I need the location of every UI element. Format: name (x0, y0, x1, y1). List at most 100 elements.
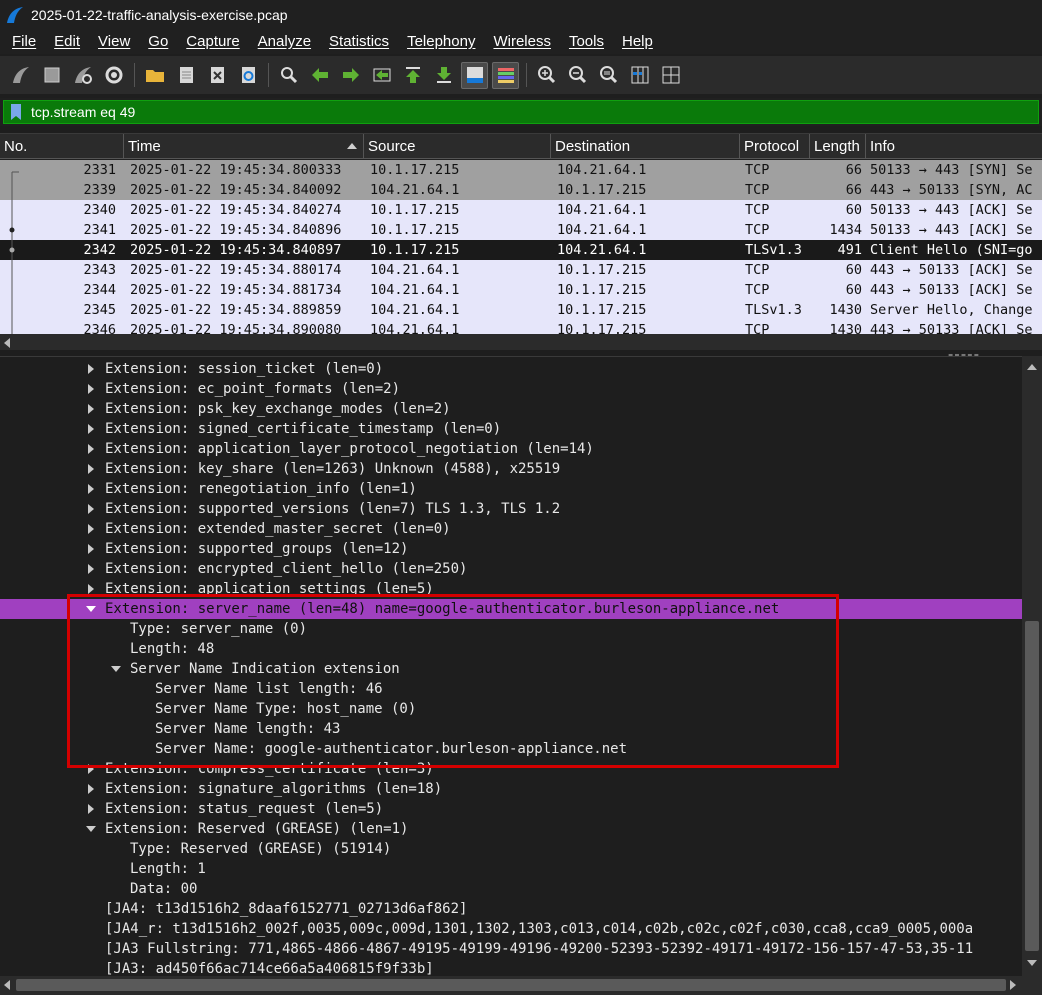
zoom-in-icon[interactable] (533, 62, 560, 89)
detail-tree-item[interactable]: Extension: ec_point_formats (len=2) (0, 379, 1022, 399)
detail-tree-item[interactable]: Server Name Indication extension (0, 659, 1022, 679)
detail-tree-item[interactable]: Extension: signed_certificate_timestamp … (0, 419, 1022, 439)
detail-tree-item[interactable]: Extension: supported_versions (len=7) TL… (0, 499, 1022, 519)
zoom-normal-icon[interactable] (595, 62, 622, 89)
expand-arrow-icon[interactable] (85, 459, 97, 479)
table-row[interactable]: 2339 2025-01-22 19:45:34.840092 104.21.64.… (0, 180, 1042, 200)
detail-tree-item[interactable]: Extension: application_layer_protocol_ne… (0, 439, 1022, 459)
go-first-icon[interactable] (399, 62, 426, 89)
detail-tree-item[interactable]: Extension: session_ticket (len=0) (0, 359, 1022, 379)
detail-tree-item[interactable]: [JA3 Fullstring: 771,4865-4866-4867-4919… (0, 939, 1022, 959)
bookmark-icon[interactable] (10, 103, 22, 121)
capture-options-icon[interactable] (100, 62, 127, 89)
expand-arrow-icon[interactable] (85, 579, 97, 599)
expand-arrow-icon[interactable] (85, 419, 97, 439)
collapse-arrow-icon[interactable] (85, 599, 97, 619)
menu-wireless[interactable]: Wireless (484, 30, 560, 54)
expand-arrow-icon[interactable] (85, 399, 97, 419)
menu-telephony[interactable]: Telephony (398, 30, 484, 54)
column-header-info[interactable]: Info (866, 134, 1042, 159)
expand-arrow-icon[interactable] (85, 519, 97, 539)
collapse-arrow-icon[interactable] (110, 659, 122, 679)
scroll-thumb[interactable] (1025, 621, 1039, 951)
hscroll-thumb[interactable] (16, 979, 1006, 991)
scroll-down-icon[interactable] (1027, 960, 1037, 966)
detail-tree-item[interactable]: Extension: encrypted_client_hello (len=2… (0, 559, 1022, 579)
autoscroll-icon[interactable] (461, 61, 488, 89)
go-forward-icon[interactable] (337, 62, 364, 89)
details-hscrollbar[interactable] (0, 976, 1042, 995)
expand-arrow-icon[interactable] (85, 479, 97, 499)
menu-help[interactable]: Help (613, 30, 662, 54)
scroll-left-icon[interactable] (4, 980, 10, 990)
expand-arrow-icon[interactable] (85, 539, 97, 559)
expand-arrow-icon[interactable] (85, 559, 97, 579)
expand-arrow-icon[interactable] (85, 759, 97, 779)
detail-tree-item[interactable]: Extension: renegotiation_info (len=1) (0, 479, 1022, 499)
shark-fin-start-icon[interactable] (7, 62, 34, 89)
detail-tree-item[interactable]: Type: Reserved (GREASE) (51914) (0, 839, 1022, 859)
table-row[interactable]: 2341 2025-01-22 19:45:34.840896 10.1.17.21… (0, 220, 1042, 240)
table-row[interactable]: 2345 2025-01-22 19:45:34.889859 104.21.64.… (0, 300, 1042, 320)
collapse-arrow-icon[interactable] (85, 819, 97, 839)
go-last-icon[interactable] (430, 62, 457, 89)
detail-tree-item[interactable]: Extension: psk_key_exchange_modes (len=2… (0, 399, 1022, 419)
go-to-packet-icon[interactable] (368, 62, 395, 89)
open-folder-icon[interactable] (141, 62, 168, 89)
detail-tree-item[interactable]: Extension: Reserved (GREASE) (len=1) (0, 819, 1022, 839)
save-file-icon[interactable] (172, 62, 199, 89)
expand-arrow-icon[interactable] (85, 499, 97, 519)
menu-analyze[interactable]: Analyze (249, 30, 320, 54)
menu-file[interactable]: File (3, 30, 45, 54)
expand-arrow-icon[interactable] (85, 379, 97, 399)
detail-tree-item[interactable]: Extension: application_settings (len=5) (0, 579, 1022, 599)
detail-tree-item[interactable]: Extension: status_request (len=5) (0, 799, 1022, 819)
table-row[interactable]: 2340 2025-01-22 19:45:34.840274 10.1.17.21… (0, 200, 1042, 220)
table-row[interactable]: 2343 2025-01-22 19:45:34.880174 104.21.64.… (0, 260, 1042, 280)
detail-tree-item[interactable]: Length: 48 (0, 639, 1022, 659)
resize-columns-icon[interactable] (626, 62, 653, 89)
reload-icon[interactable] (234, 62, 261, 89)
detail-tree-item[interactable]: Server Name: google-authenticator.burles… (0, 739, 1022, 759)
menu-tools[interactable]: Tools (560, 30, 613, 54)
detail-tree-item[interactable]: Server Name list length: 46 (0, 679, 1022, 699)
menu-go[interactable]: Go (139, 30, 177, 54)
close-file-icon[interactable] (203, 62, 230, 89)
detail-tree-item[interactable]: [JA4_r: t13d1516h2_002f,0035,009c,009d,1… (0, 919, 1022, 939)
menu-edit[interactable]: Edit (45, 30, 89, 54)
column-header-destination[interactable]: Destination (551, 134, 740, 159)
packet-list-hscrollbar[interactable] (0, 334, 1042, 350)
column-header-no[interactable]: No. (0, 134, 124, 159)
column-header-length[interactable]: Length (810, 134, 866, 159)
detail-tree-item[interactable]: Extension: compress_certificate (len=3) (0, 759, 1022, 779)
column-header-source[interactable]: Source (364, 134, 551, 159)
layout-icon[interactable] (657, 62, 684, 89)
expand-arrow-icon[interactable] (85, 799, 97, 819)
detail-tree-item[interactable]: Extension: server_name (len=48) name=goo… (0, 599, 1022, 619)
menu-statistics[interactable]: Statistics (320, 30, 398, 54)
table-row[interactable]: 2344 2025-01-22 19:45:34.881734 104.21.64.… (0, 280, 1042, 300)
detail-tree-item[interactable]: Server Name Type: host_name (0) (0, 699, 1022, 719)
table-row[interactable]: 2331 2025-01-22 19:45:34.800333 10.1.17.21… (0, 160, 1042, 180)
detail-tree-item[interactable]: Type: server_name (0) (0, 619, 1022, 639)
menu-view[interactable]: View (89, 30, 139, 54)
expand-arrow-icon[interactable] (85, 779, 97, 799)
go-back-icon[interactable] (306, 62, 333, 89)
detail-tree-item[interactable]: Extension: extended_master_secret (len=0… (0, 519, 1022, 539)
table-row[interactable]: 2342 2025-01-22 19:45:34.840897 10.1.17.21… (0, 240, 1042, 260)
detail-tree-item[interactable]: Extension: key_share (len=1263) Unknown … (0, 459, 1022, 479)
column-header-protocol[interactable]: Protocol (740, 134, 810, 159)
zoom-out-icon[interactable] (564, 62, 591, 89)
scroll-up-icon[interactable] (1027, 364, 1037, 370)
details-vscrollbar[interactable] (1022, 356, 1042, 976)
restart-capture-icon[interactable] (69, 62, 96, 89)
scroll-left-icon[interactable] (4, 338, 10, 348)
detail-tree-item[interactable]: Server Name length: 43 (0, 719, 1022, 739)
stop-icon[interactable] (38, 62, 65, 89)
detail-tree-item[interactable]: Data: 00 (0, 879, 1022, 899)
detail-tree-item[interactable]: Extension: signature_algorithms (len=18) (0, 779, 1022, 799)
colorize-icon[interactable] (492, 61, 519, 89)
expand-arrow-icon[interactable] (85, 359, 97, 379)
detail-tree-item[interactable]: [JA4: t13d1516h2_8daaf6152771_02713d6af8… (0, 899, 1022, 919)
expand-arrow-icon[interactable] (85, 439, 97, 459)
